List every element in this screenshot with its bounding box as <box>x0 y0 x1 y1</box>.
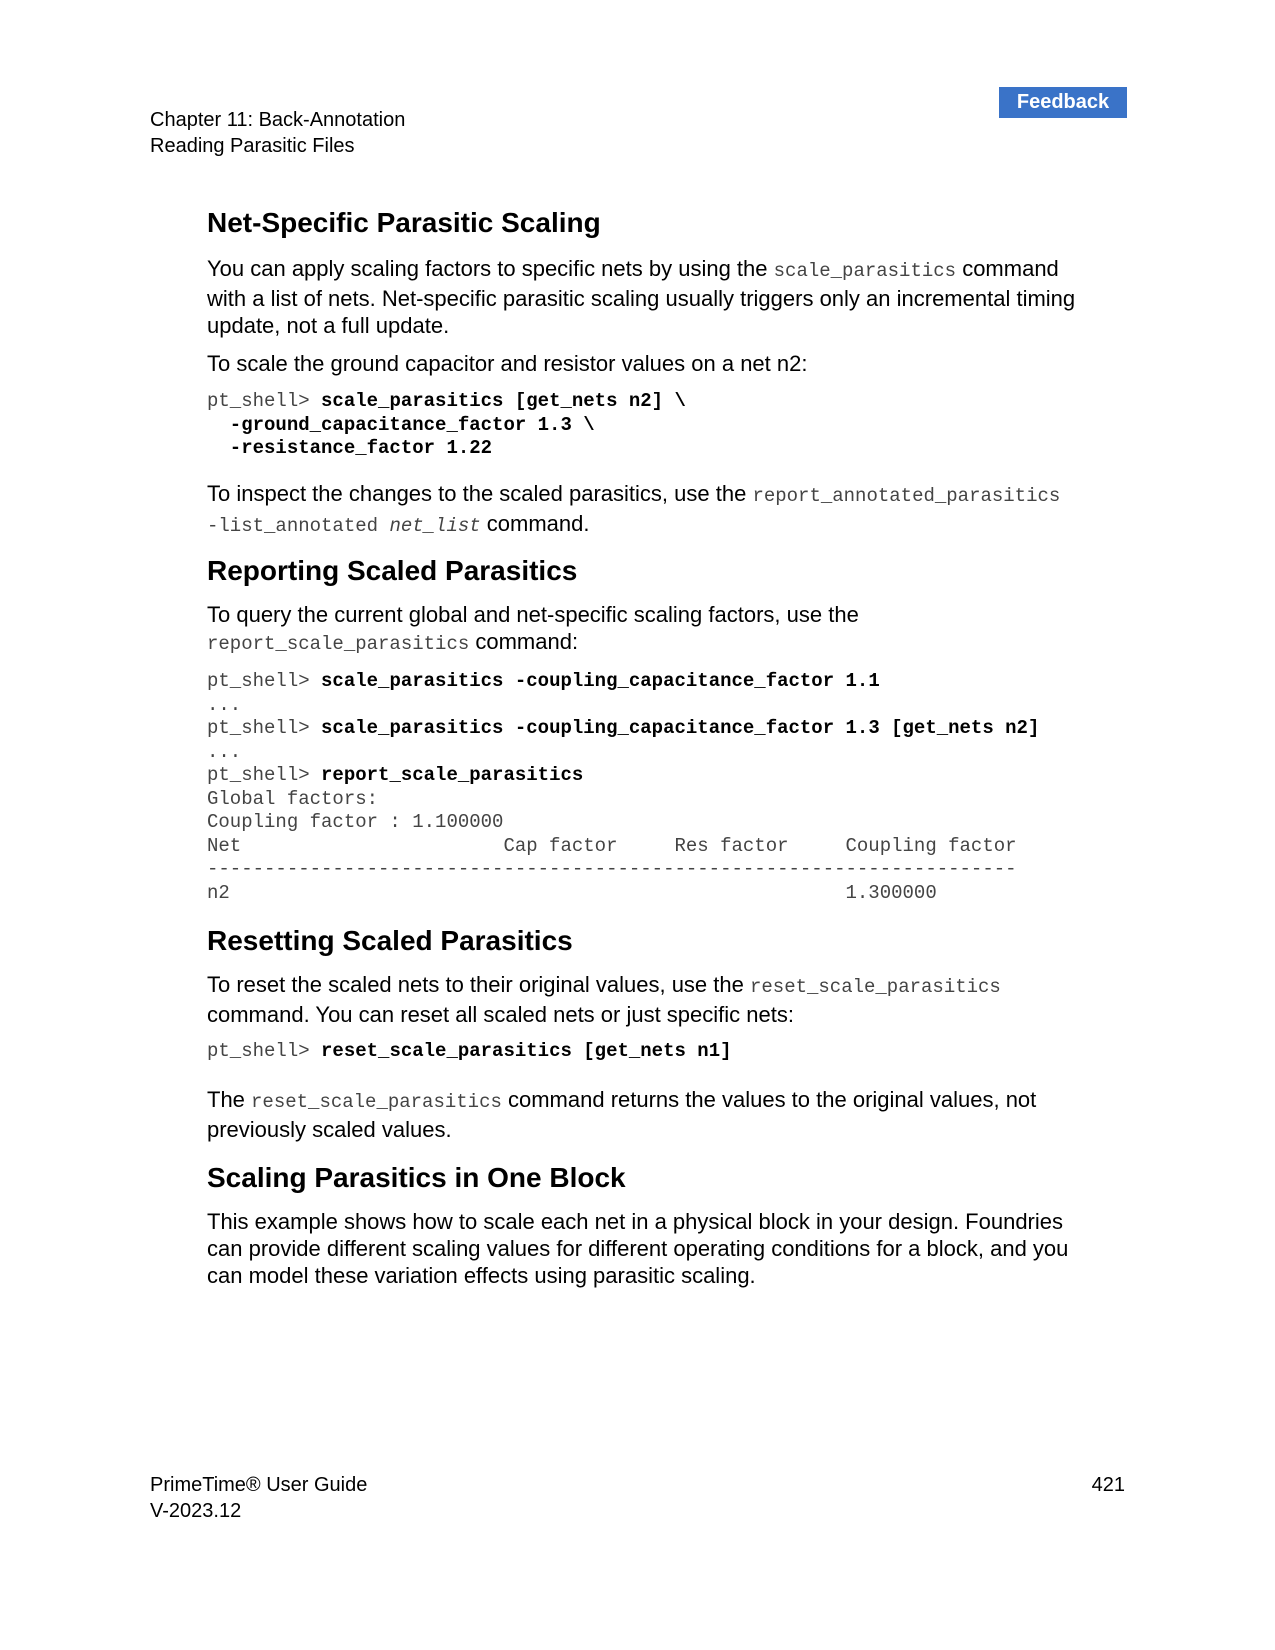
paragraph: To reset the scaled nets to their origin… <box>207 972 1001 1027</box>
guide-title: PrimeTime® User Guide <box>150 1474 368 1496</box>
section-title: Reading Parasitic Files <box>150 135 355 157</box>
paragraph: To query the current global and net-spec… <box>207 602 859 655</box>
page-header: Chapter 11: Back-Annotation Reading Para… <box>150 107 405 159</box>
heading-reporting-scaled-parasitics: Reporting Scaled Parasitics <box>207 555 578 586</box>
paragraph: To inspect the changes to the scaled par… <box>207 481 1061 537</box>
paragraph: This example shows how to scale each net… <box>207 1209 1069 1288</box>
inline-code: reset_scale_parasitics <box>251 1091 502 1113</box>
heading-resetting-scaled-parasitics: Resetting Scaled Parasitics <box>207 925 573 956</box>
page-footer: PrimeTime® User Guide V-2023.12 <box>150 1472 367 1524</box>
code-block: pt_shell> scale_parasitics -coupling_cap… <box>207 670 1040 904</box>
inline-code: report_annotated_parasitics <box>752 485 1061 507</box>
paragraph: The reset_scale_parasitics command retur… <box>207 1087 1037 1142</box>
heading-net-specific-scaling: Net-Specific Parasitic Scaling <box>207 207 601 238</box>
paragraph: You can apply scaling factors to specifi… <box>207 256 1076 338</box>
feedback-button[interactable]: Feedback <box>999 87 1127 118</box>
heading-scaling-in-one-block: Scaling Parasitics in One Block <box>207 1162 626 1193</box>
page-number: 421 <box>1091 1474 1125 1496</box>
inline-code: report_scale_parasitics <box>207 633 470 655</box>
paragraph: To scale the ground capacitor and resist… <box>207 351 808 376</box>
code-block: pt_shell> scale_parasitics [get_nets n2]… <box>207 390 686 459</box>
version-label: V-2023.12 <box>150 1500 242 1522</box>
inline-code: scale_parasitics <box>773 260 957 282</box>
inline-code: reset_scale_parasitics <box>749 976 1001 998</box>
inline-code: -list_annotated net_list <box>207 515 481 537</box>
code-block: pt_shell> reset_scale_parasitics [get_ne… <box>207 1040 732 1062</box>
chapter-title: Chapter 11: Back-Annotation <box>150 109 406 131</box>
